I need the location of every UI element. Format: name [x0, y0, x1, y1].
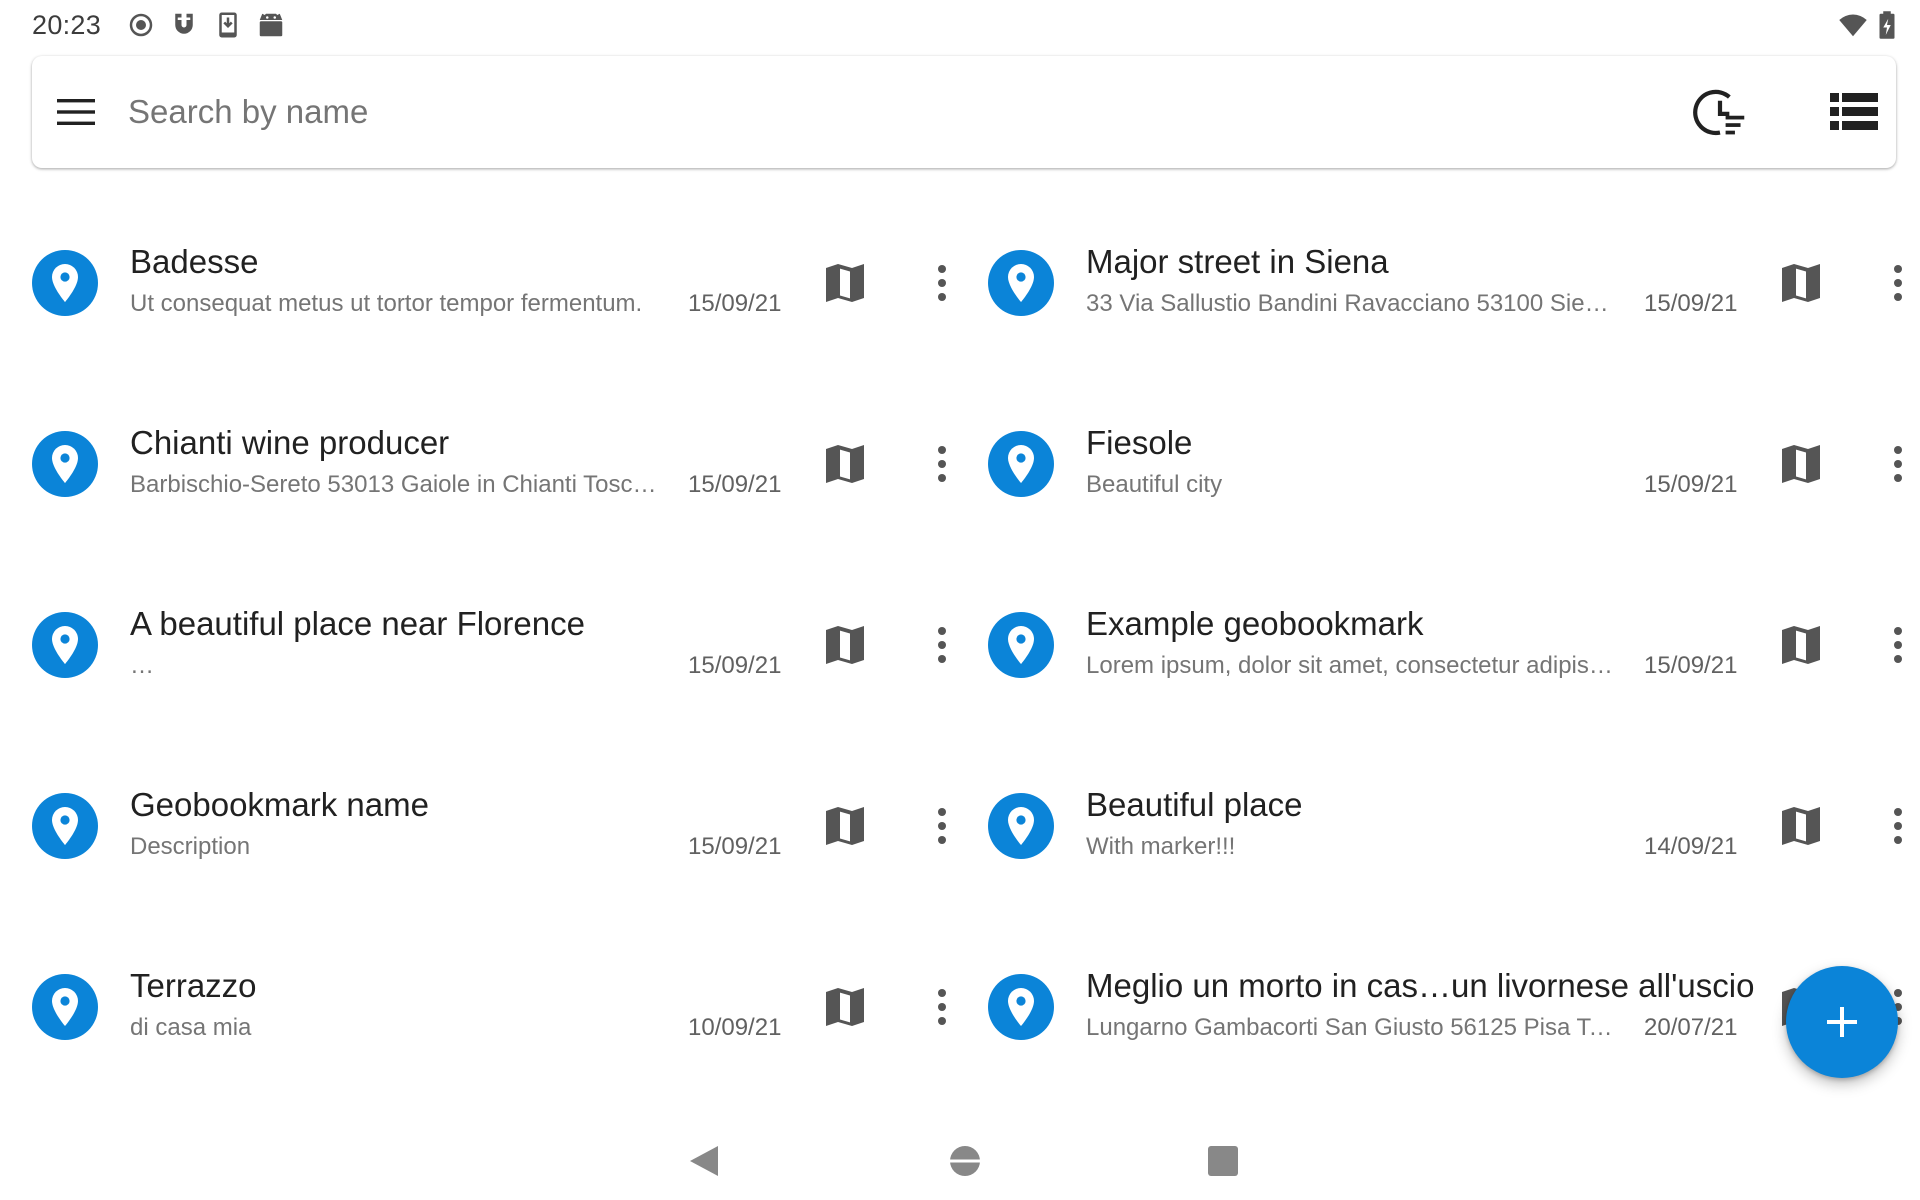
- add-geobookmark-button[interactable]: [1786, 966, 1898, 1078]
- location-pin-icon: [32, 431, 98, 497]
- item-description: …: [130, 652, 154, 679]
- status-time: 20:23: [32, 10, 102, 40]
- item-description: Lorem ipsum, dolor sit amet, consectetur…: [1086, 652, 1616, 679]
- item-date: 10/09/21: [688, 1014, 782, 1041]
- map-icon[interactable]: [1778, 622, 1824, 668]
- more-options-icon[interactable]: [932, 441, 952, 487]
- more-options-icon[interactable]: [1888, 441, 1908, 487]
- list-item[interactable]: A beautiful place near Florence … 15/09/…: [32, 598, 982, 738]
- location-pin-icon: [32, 793, 98, 859]
- download-icon: [213, 10, 243, 40]
- more-options-icon[interactable]: [1888, 622, 1908, 668]
- map-icon[interactable]: [1778, 441, 1824, 487]
- battery-charging-icon: [1876, 10, 1898, 40]
- radio-button-icon: [126, 10, 156, 40]
- item-date: 15/09/21: [688, 290, 782, 317]
- home-icon[interactable]: [942, 1138, 988, 1184]
- item-date: 15/09/21: [1644, 652, 1738, 679]
- item-title: Major street in Siena: [1086, 243, 1389, 280]
- list-item[interactable]: Meglio un morto in cas…un livornese all'…: [988, 960, 1920, 1100]
- item-title: Chianti wine producer: [130, 424, 450, 461]
- item-description: di casa mia: [130, 1014, 252, 1041]
- map-icon[interactable]: [822, 803, 868, 849]
- item-title: Meglio un morto in cas…un livornese all'…: [1086, 967, 1755, 1004]
- search-input[interactable]: [128, 84, 1628, 140]
- location-pin-icon: [988, 250, 1054, 316]
- more-options-icon[interactable]: [932, 622, 952, 668]
- location-pin-icon: [988, 974, 1054, 1040]
- location-pin-icon: [32, 974, 98, 1040]
- item-title: Geobookmark name: [130, 786, 429, 823]
- item-date: 15/09/21: [688, 652, 782, 679]
- list-item[interactable]: Chianti wine producer Barbischio-Sereto …: [32, 417, 982, 557]
- item-description: Lungarno Gambacorti San Giusto 56125 Pis…: [1086, 1014, 1616, 1041]
- item-title: A beautiful place near Florence: [130, 605, 585, 642]
- back-icon[interactable]: [682, 1138, 728, 1184]
- wifi-icon: [1838, 10, 1868, 40]
- list-item[interactable]: Badesse Ut consequat metus ut tortor tem…: [32, 236, 982, 376]
- item-date: 14/09/21: [1644, 833, 1738, 860]
- more-options-icon[interactable]: [932, 260, 952, 306]
- map-icon[interactable]: [822, 622, 868, 668]
- location-pin-icon: [988, 431, 1054, 497]
- item-description: With marker!!!: [1086, 833, 1236, 860]
- list-item[interactable]: Geobookmark name Description 15/09/21: [32, 779, 982, 919]
- more-options-icon[interactable]: [1888, 803, 1908, 849]
- item-title: Fiesole: [1086, 424, 1193, 461]
- item-date: 20/07/21: [1644, 1014, 1738, 1041]
- item-title: Example geobookmark: [1086, 605, 1424, 642]
- map-icon[interactable]: [1778, 803, 1824, 849]
- more-options-icon[interactable]: [1888, 260, 1908, 306]
- search-bar: [32, 56, 1896, 168]
- hamburger-menu-icon[interactable]: [48, 84, 104, 140]
- item-description: 33 Via Sallustio Bandini Ravacciano 5310…: [1086, 290, 1616, 317]
- location-pin-icon: [32, 612, 98, 678]
- item-title: Terrazzo: [130, 967, 257, 1004]
- more-options-icon[interactable]: [932, 803, 952, 849]
- location-pin-icon: [988, 612, 1054, 678]
- list-item[interactable]: Terrazzo di casa mia 10/09/21: [32, 960, 982, 1100]
- magnet-icon: [169, 10, 199, 40]
- item-description: Description: [130, 833, 251, 860]
- map-icon[interactable]: [822, 260, 868, 306]
- item-description: Beautiful city: [1086, 471, 1223, 498]
- item-description: Barbischio-Sereto 53013 Gaiole in Chiant…: [130, 471, 660, 498]
- navigation-bar: [0, 1120, 1920, 1200]
- status-bar: 20:23: [0, 0, 1920, 50]
- item-title: Badesse: [130, 243, 259, 280]
- list-item[interactable]: Major street in Siena 33 Via Sallustio B…: [988, 236, 1920, 376]
- android-icon: [256, 10, 286, 40]
- item-date: 15/09/21: [1644, 471, 1738, 498]
- map-icon[interactable]: [822, 984, 868, 1030]
- history-sort-icon[interactable]: [1692, 84, 1748, 140]
- item-date: 15/09/21: [1644, 290, 1738, 317]
- map-icon[interactable]: [822, 441, 868, 487]
- list-view-icon[interactable]: [1826, 84, 1882, 140]
- location-pin-icon: [988, 793, 1054, 859]
- plus-icon: [1827, 1007, 1857, 1037]
- map-icon[interactable]: [1778, 260, 1824, 306]
- list-item[interactable]: Beautiful place With marker!!! 14/09/21: [988, 779, 1920, 919]
- list-item[interactable]: Fiesole Beautiful city 15/09/21: [988, 417, 1920, 557]
- more-options-icon[interactable]: [932, 984, 952, 1030]
- item-title: Beautiful place: [1086, 786, 1303, 823]
- recents-icon[interactable]: [1200, 1138, 1246, 1184]
- item-description: Ut consequat metus ut tortor tempor ferm…: [130, 290, 643, 317]
- list-item[interactable]: Example geobookmark Lorem ipsum, dolor s…: [988, 598, 1920, 738]
- item-date: 15/09/21: [688, 471, 782, 498]
- location-pin-icon: [32, 250, 98, 316]
- item-date: 15/09/21: [688, 833, 782, 860]
